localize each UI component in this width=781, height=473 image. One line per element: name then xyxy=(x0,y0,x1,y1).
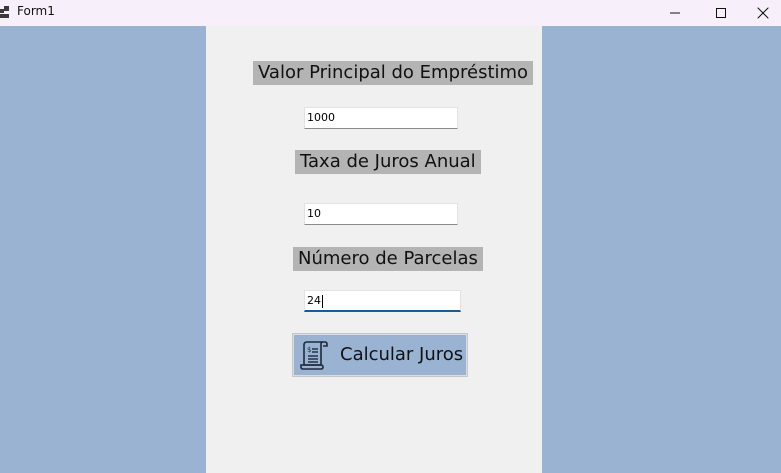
principal-input[interactable]: 1000 xyxy=(304,107,458,129)
app-window: Form1 Valor Principal do Empréstimo 1000… xyxy=(0,0,781,473)
text-caret xyxy=(322,294,323,308)
app-icon[interactable] xyxy=(0,6,10,18)
installments-input[interactable]: 24 xyxy=(304,290,461,312)
title-bar[interactable]: Form1 xyxy=(0,0,781,26)
installments-label: Número de Parcelas xyxy=(293,247,483,271)
maximize-button[interactable] xyxy=(698,0,744,26)
rate-input[interactable]: 10 xyxy=(304,203,458,225)
calculate-button[interactable]: $ Calcular Juros xyxy=(292,333,468,377)
close-icon xyxy=(757,7,768,19)
rate-value: 10 xyxy=(307,207,321,220)
svg-text:$: $ xyxy=(307,346,311,354)
calculate-button-label: Calcular Juros xyxy=(340,344,464,365)
window-title: Form1 xyxy=(17,4,55,18)
principal-value: 1000 xyxy=(307,111,335,124)
installments-value: 24 xyxy=(307,294,321,307)
close-button[interactable] xyxy=(744,0,781,26)
minimize-button[interactable] xyxy=(652,0,698,26)
receipt-scroll-icon: $ xyxy=(300,341,328,370)
maximize-icon xyxy=(716,8,726,18)
principal-label: Valor Principal do Empréstimo xyxy=(253,61,534,85)
form-panel: Valor Principal do Empréstimo 1000 Taxa … xyxy=(206,26,542,473)
rate-label: Taxa de Juros Anual xyxy=(295,150,481,174)
minimize-icon xyxy=(670,12,680,14)
